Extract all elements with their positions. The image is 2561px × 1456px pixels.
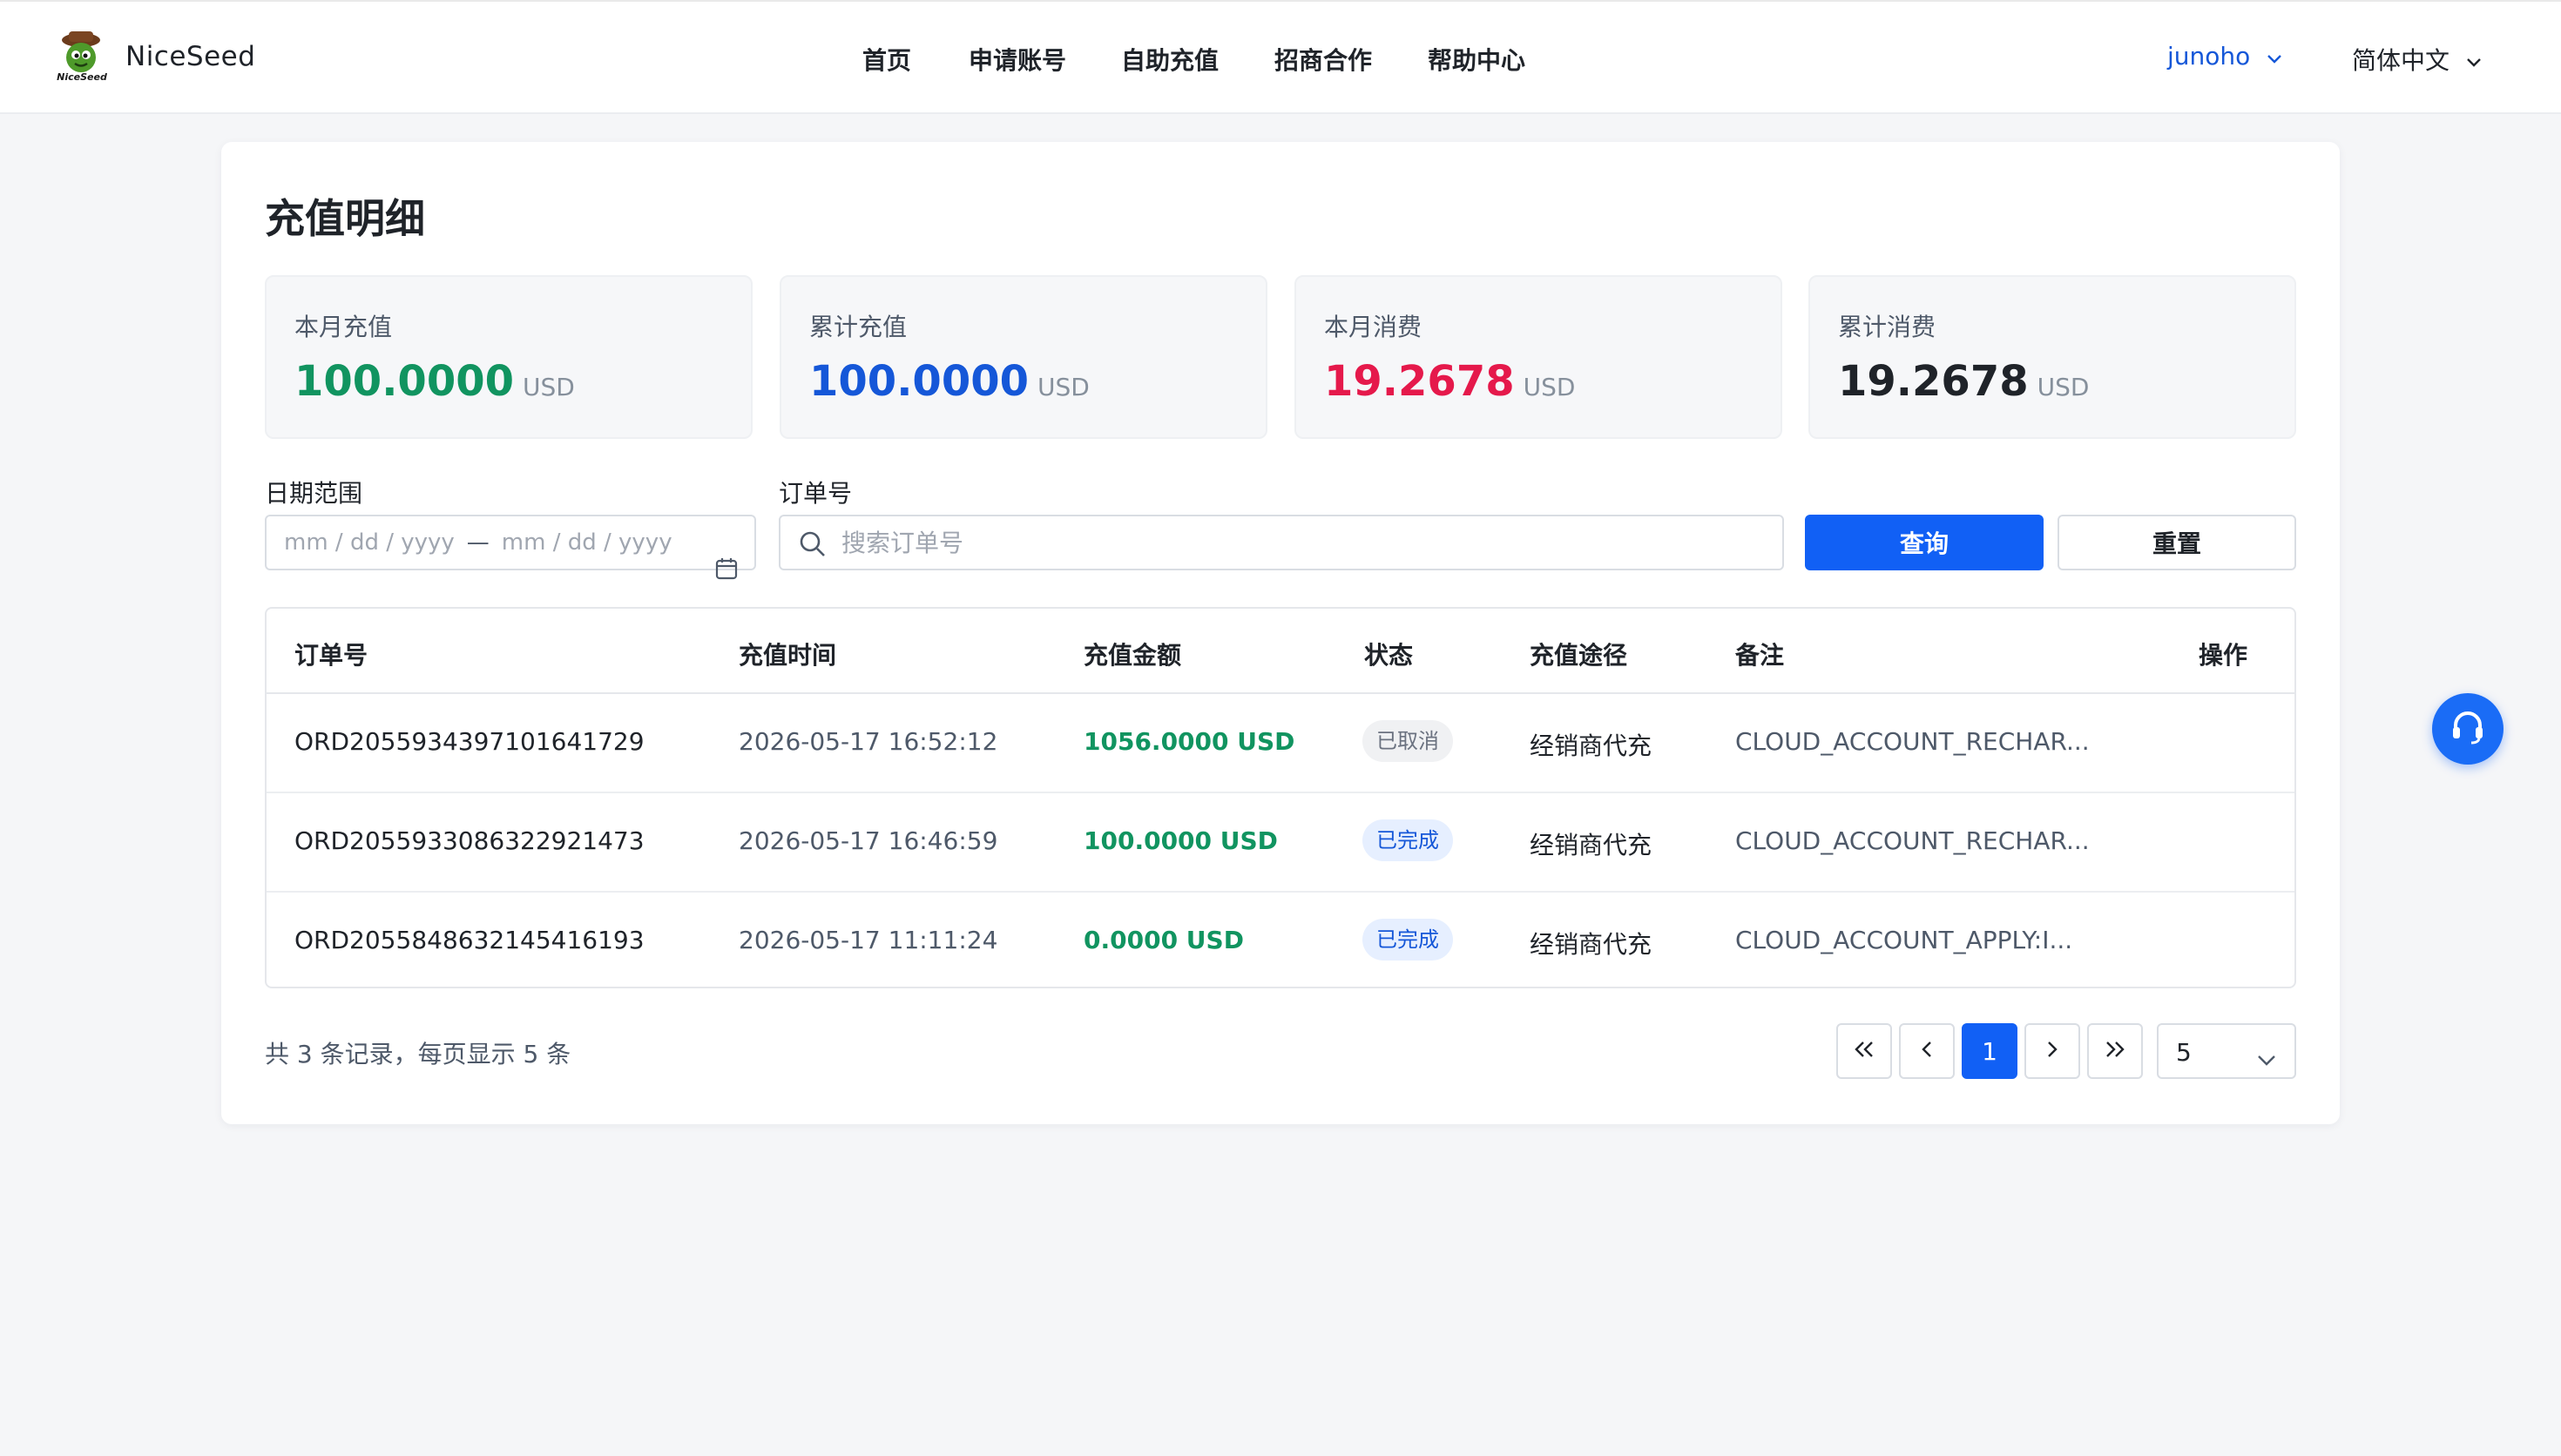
chevron-down-icon (2465, 45, 2483, 74)
nav-partnership[interactable]: 招商合作 (1274, 42, 1372, 77)
stat-label: 累计消费 (1838, 313, 1936, 341)
stat-total-spend: 累计消费 19.2678 USD (1808, 275, 2296, 439)
recharge-channel: 经销商代充 (1530, 831, 1652, 859)
table-header: 订单号 充值时间 充值金额 状态 充值途径 备注 操作 (267, 609, 2294, 694)
top-navbar: NiceSeed NiceSeed 首页 申请账号 自助充值 招商合作 帮助中心… (0, 0, 2561, 114)
calendar-icon[interactable] (671, 530, 739, 613)
chevron-left-icon (1918, 1039, 1936, 1063)
stat-value: 100.0000 (809, 357, 1030, 406)
page-size-select[interactable]: 5 (2157, 1023, 2296, 1079)
stat-total-recharge: 累计充值 100.0000 USD (780, 275, 1267, 439)
double-chevron-left-icon (1852, 1039, 1876, 1063)
recharge-note: CLOUD_ACCOUNT_APPLY:I... (1735, 926, 2073, 954)
order-id: ORD2055934397101641729 (294, 727, 645, 756)
stat-value: 19.2678 (1838, 357, 2029, 406)
recharge-amount: 0.0000 USD (1084, 926, 1244, 954)
date-range-label: 日期范围 (265, 479, 363, 508)
order-id: ORD2055933086322921473 (294, 826, 645, 855)
nav-home[interactable]: 首页 (862, 42, 911, 77)
pagination-summary: 共 3 条记录，每页显示 5 条 (265, 1040, 571, 1068)
stat-value: 100.0000 (294, 357, 515, 406)
order-search-input[interactable] (841, 516, 1774, 569)
date-range-input[interactable]: mm / dd / yyyy — mm / dd / yyyy (265, 515, 756, 580)
stat-month-recharge: 本月充值 100.0000 USD (265, 275, 753, 439)
customer-support-button[interactable] (2432, 693, 2504, 765)
page-size-value: 5 (2176, 1038, 2192, 1067)
page-title: 充值明细 (265, 195, 425, 242)
stat-label: 累计充值 (809, 313, 908, 341)
table-row: ORD2055848632145416193 2026-05-17 11:11:… (267, 893, 2294, 987)
query-button[interactable]: 查询 (1805, 515, 2044, 570)
first-page-button[interactable] (1836, 1023, 1892, 1079)
stat-unit: USD (1523, 373, 1576, 401)
chevron-down-icon (2256, 1044, 2277, 1073)
col-time: 充值时间 (739, 641, 837, 670)
recharge-time: 2026-05-17 16:46:59 (739, 826, 998, 855)
user-name: junoho (2167, 42, 2251, 71)
status-badge: 已完成 (1362, 919, 1453, 961)
order-number-label: 订单号 (779, 479, 853, 508)
stat-unit: USD (523, 373, 575, 401)
status-badge: 已取消 (1362, 720, 1453, 762)
chevron-down-icon (2266, 42, 2283, 71)
recharge-table: 订单号 充值时间 充值金额 状态 充值途径 备注 操作 ORD205593439… (265, 607, 2296, 988)
recharge-time: 2026-05-17 16:52:12 (739, 727, 998, 756)
stat-label: 本月充值 (294, 313, 393, 341)
recharge-channel: 经销商代充 (1530, 731, 1652, 760)
date-end-placeholder: mm / dd / yyyy (501, 529, 672, 556)
nav-apply-account[interactable]: 申请账号 (969, 42, 1066, 77)
col-status: 状态 (1364, 641, 1414, 670)
date-start-placeholder: mm / dd / yyyy (284, 529, 455, 556)
double-chevron-right-icon (2103, 1039, 2127, 1063)
table-row: ORD2055934397101641729 2026-05-17 16:52:… (267, 694, 2294, 793)
user-menu[interactable]: junoho (2167, 42, 2283, 71)
recharge-channel: 经销商代充 (1530, 930, 1652, 959)
col-order: 订单号 (294, 641, 368, 670)
table-row: ORD2055933086322921473 2026-05-17 16:46:… (267, 793, 2294, 893)
col-note: 备注 (1735, 641, 1785, 670)
recharge-details-card: 充值明细 本月充值 100.0000 USD 累计充值 100.0000 USD… (221, 142, 2340, 1124)
date-separator: — (466, 529, 490, 556)
order-search-box (779, 515, 1784, 570)
col-amount: 充值金额 (1084, 641, 1182, 670)
stat-month-spend: 本月消费 19.2678 USD (1294, 275, 1782, 439)
col-channel: 充值途径 (1530, 641, 1628, 670)
stat-value: 19.2678 (1324, 357, 1515, 406)
stat-unit: USD (1037, 373, 1090, 401)
status-badge: 已完成 (1362, 819, 1453, 861)
brand-name: NiceSeed (125, 41, 256, 72)
recharge-amount: 1056.0000 USD (1084, 727, 1295, 756)
next-page-button[interactable] (2024, 1023, 2080, 1079)
chevron-right-icon (2044, 1039, 2061, 1063)
language-menu[interactable]: 简体中文 (2352, 42, 2483, 77)
logo-icon: NiceSeed (54, 28, 108, 85)
col-action: 操作 (2199, 641, 2248, 670)
search-icon (798, 529, 828, 563)
recharge-note: CLOUD_ACCOUNT_RECHAR... (1735, 826, 2090, 855)
last-page-button[interactable] (2087, 1023, 2143, 1079)
stat-unit: USD (2037, 373, 2090, 401)
order-id: ORD2055848632145416193 (294, 926, 645, 954)
headset-icon (2447, 706, 2489, 752)
language-label: 简体中文 (2352, 46, 2450, 75)
nav-self-recharge[interactable]: 自助充值 (1121, 42, 1219, 77)
reset-button[interactable]: 重置 (2058, 515, 2296, 570)
stat-label: 本月消费 (1324, 313, 1422, 341)
recharge-time: 2026-05-17 11:11:24 (739, 926, 998, 954)
recharge-note: CLOUD_ACCOUNT_RECHAR... (1735, 727, 2090, 756)
logo-caption: NiceSeed (57, 71, 107, 83)
prev-page-button[interactable] (1899, 1023, 1955, 1079)
recharge-amount: 100.0000 USD (1084, 826, 1278, 855)
page-1-button[interactable]: 1 (1962, 1023, 2017, 1079)
brand[interactable]: NiceSeed NiceSeed (54, 28, 255, 85)
nav-help-center[interactable]: 帮助中心 (1428, 42, 1525, 77)
